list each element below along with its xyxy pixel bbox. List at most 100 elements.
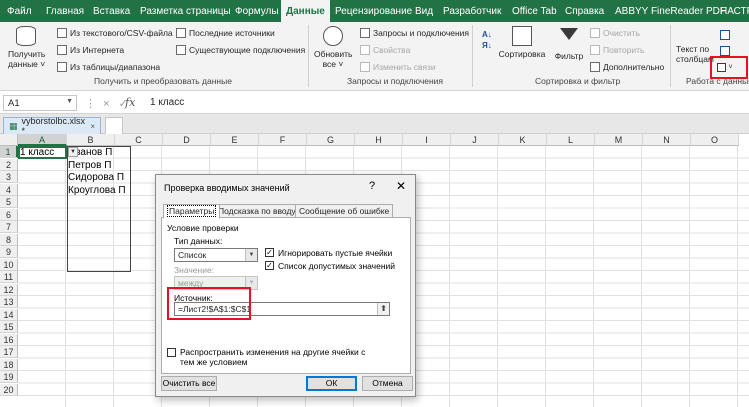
row-header-3[interactable]: 3 <box>0 171 18 183</box>
filter-button[interactable]: Фильтр <box>552 28 586 61</box>
row-header-6[interactable]: 6 <box>0 208 18 221</box>
column-header-g[interactable]: G <box>307 134 355 146</box>
column-header-d[interactable]: D <box>163 134 211 146</box>
recent-sources-label: Последние источники <box>189 28 275 38</box>
collapse-dialog-icon[interactable]: ⬆ <box>377 303 389 315</box>
get-data-button[interactable]: Получить данные ˅ <box>8 26 45 69</box>
active-cell-a1 <box>18 146 67 159</box>
tab-abbyy[interactable]: ABBYY FineReader PDF <box>615 6 726 17</box>
row-header-11[interactable]: 11 <box>0 271 18 283</box>
column-header-i[interactable]: I <box>403 134 451 146</box>
column-header-a[interactable]: A <box>18 134 67 146</box>
row-header-4[interactable]: 4 <box>0 183 18 196</box>
column-header-o[interactable]: O <box>691 134 739 146</box>
row-header-10[interactable]: 10 <box>0 258 18 271</box>
flash-fill-icon[interactable] <box>720 30 730 40</box>
row-header-20[interactable]: 20 <box>0 383 18 396</box>
row-header-16[interactable]: 16 <box>0 333 18 346</box>
insert-function-icon[interactable]: fx <box>125 96 135 109</box>
row-header-5[interactable]: 5 <box>0 196 18 208</box>
tab-file[interactable]: Файл <box>7 6 32 17</box>
tab-input-message[interactable]: Подсказка по вводу <box>214 204 300 218</box>
workbook-tab[interactable]: ▦ vyborstolbc.xlsx * × <box>3 116 101 136</box>
sort-az-button[interactable]: A↓ Я↓ <box>482 30 492 50</box>
advanced-filter-button[interactable]: Дополнительно <box>590 62 664 72</box>
chevron-down-icon: ▼ <box>245 249 257 261</box>
cancel-icon[interactable]: × <box>103 98 109 110</box>
name-box[interactable]: A1 ▼ <box>3 95 77 111</box>
column-header-l[interactable]: L <box>547 134 595 146</box>
tab-formulas[interactable]: Формулы <box>235 6 279 17</box>
formula-input[interactable]: 1 класс <box>150 97 184 108</box>
help-icon[interactable]: ? <box>369 180 375 192</box>
column-header-b[interactable]: B <box>67 134 115 146</box>
tab-data[interactable]: Данные <box>281 0 330 22</box>
column-header-n[interactable]: N <box>643 134 691 146</box>
clear-filter-button[interactable]: Очистить <box>590 28 640 38</box>
cell-dropdown-button[interactable]: ▼ <box>68 147 78 157</box>
column-header-e[interactable]: E <box>211 134 259 146</box>
refresh-all-label: Обновить <box>314 49 353 59</box>
sort-button[interactable]: Сортировка <box>498 26 546 59</box>
row-header-12[interactable]: 12 <box>0 283 18 296</box>
ok-button[interactable]: ОК <box>306 376 357 391</box>
column-header-h[interactable]: H <box>355 134 403 146</box>
column-header-j[interactable]: J <box>451 134 499 146</box>
row-header-13[interactable]: 13 <box>0 296 18 308</box>
column-header-f[interactable]: F <box>259 134 307 146</box>
existing-connections-button[interactable]: Существующие подключения <box>176 45 305 55</box>
data-type-select[interactable]: Список ▼ <box>174 248 258 262</box>
reapply-button[interactable]: Повторить <box>590 45 645 55</box>
chevron-down-icon[interactable]: ▼ <box>66 98 73 105</box>
row-header-18[interactable]: 18 <box>0 358 18 371</box>
from-table-button[interactable]: Из таблицы/диапазона <box>57 62 160 72</box>
row-header-9[interactable]: 9 <box>0 246 18 258</box>
ignore-blank-checkbox[interactable]: ✓ <box>265 248 274 257</box>
row-header-19[interactable]: 19 <box>0 371 18 383</box>
tab-office-tab[interactable]: Office Tab <box>512 6 557 17</box>
connections-icon <box>176 45 186 55</box>
tab-developer[interactable]: Разработчик <box>443 6 501 17</box>
in-cell-dropdown-checkbox[interactable]: ✓ <box>265 261 274 270</box>
apply-all-checkbox[interactable] <box>167 348 176 357</box>
column-header-c[interactable]: C <box>115 134 163 146</box>
select-all-corner[interactable] <box>0 134 18 146</box>
refresh-all-button[interactable]: Обновить все ˅ <box>314 26 353 69</box>
close-icon[interactable]: × <box>90 122 95 131</box>
tab-parameters[interactable]: Параметры <box>163 204 221 219</box>
recent-sources-button[interactable]: Последние источники <box>176 28 275 38</box>
cancel-button[interactable]: Отмена <box>362 376 413 391</box>
close-icon[interactable]: ✕ <box>396 179 406 193</box>
tab-error-alert[interactable]: Сообщение об ошибке <box>295 204 394 218</box>
queries-connections-label: Запросы и подключения <box>373 28 470 38</box>
row-header-7[interactable]: 7 <box>0 221 18 233</box>
tab-review[interactable]: Рецензирование <box>335 6 412 17</box>
new-tab-button[interactable] <box>105 117 123 134</box>
tab-page-layout[interactable]: Разметка страницы <box>140 6 231 17</box>
tab-help[interactable]: Справка <box>565 6 604 17</box>
clear-all-button[interactable]: Очистить все <box>161 376 217 391</box>
tab-insert[interactable]: Вставка <box>93 6 130 17</box>
ribbon: Получить данные ˅ Из текстового/CSV-файл… <box>0 22 749 91</box>
row-header-17[interactable]: 17 <box>0 346 18 358</box>
tab-settings[interactable]: НАСТР <box>720 6 749 17</box>
cell-b4[interactable]: Кроуглова П <box>68 184 126 197</box>
column-header-k[interactable]: K <box>499 134 547 146</box>
cell-b3[interactable]: Сидорова П <box>68 171 124 184</box>
row-header-14[interactable]: 14 <box>0 308 18 321</box>
from-text-csv-button[interactable]: Из текстового/CSV-файла <box>57 28 173 38</box>
row-header-15[interactable]: 15 <box>0 321 18 333</box>
tab-view[interactable]: Вид <box>415 6 433 17</box>
edit-links-button[interactable]: Изменить связи <box>360 62 436 72</box>
row-header-8[interactable]: 8 <box>0 233 18 246</box>
from-web-button[interactable]: Из Интернета <box>57 45 124 55</box>
tab-home[interactable]: Главная <box>46 6 84 17</box>
queries-connections-button[interactable]: Запросы и подключения <box>360 28 469 38</box>
row-header-2[interactable]: 2 <box>0 158 18 171</box>
remove-duplicates-icon[interactable] <box>720 46 730 56</box>
text-to-columns-button[interactable]: Текст по столбцам <box>676 44 714 64</box>
properties-button[interactable]: Свойства <box>360 45 410 55</box>
ribbon-separator <box>472 25 473 87</box>
column-header-m[interactable]: M <box>595 134 643 146</box>
row-header-1[interactable]: 1 <box>0 146 18 158</box>
